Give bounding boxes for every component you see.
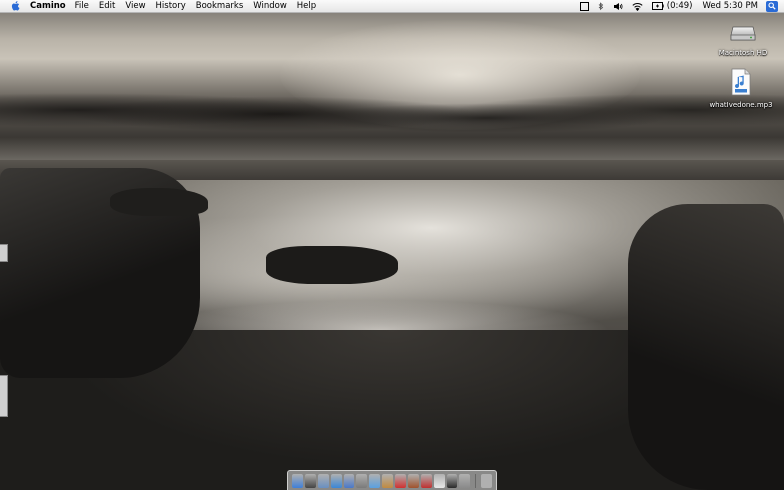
system-preferences-icon[interactable] — [459, 473, 471, 488]
battery-icon[interactable] — [651, 2, 664, 10]
wallpaper-rock-small — [110, 188, 208, 216]
safari-icon[interactable] — [330, 473, 342, 488]
menu-view[interactable]: View — [125, 1, 145, 11]
spotlight-icon[interactable] — [766, 0, 778, 12]
hard-drive-icon — [730, 18, 756, 48]
menu-help[interactable]: Help — [297, 1, 316, 11]
wallpaper-clouds — [0, 78, 784, 158]
menu-history[interactable]: History — [156, 1, 186, 11]
menu-window[interactable]: Window — [253, 1, 287, 11]
apple-menu-icon[interactable] — [10, 1, 20, 11]
desktop-icon-macintosh-hd[interactable]: Macintosh HD — [708, 18, 778, 57]
camino-icon[interactable] — [343, 473, 355, 488]
menu-app-name[interactable]: Camino — [30, 1, 66, 11]
battery-time: (0:49) — [666, 1, 693, 11]
desktop-wallpaper — [0, 0, 784, 490]
menu-edit[interactable]: Edit — [99, 1, 115, 11]
desktop-icon-label: whatIvedone.mp3 — [709, 101, 773, 109]
volume-icon[interactable] — [613, 2, 623, 11]
ichat-icon[interactable] — [356, 473, 368, 488]
mp3-file-icon — [730, 68, 752, 100]
desktop-icon-mp3-file[interactable]: whatIvedone.mp3 — [706, 68, 776, 109]
menu-bar: Camino File Edit View History Bookmarks … — [0, 0, 784, 13]
menubar-clock[interactable]: Wed 5:30 PM — [703, 1, 758, 11]
address-book-icon[interactable] — [407, 473, 419, 488]
wifi-icon[interactable] — [632, 2, 643, 11]
textedit-icon[interactable] — [433, 473, 445, 488]
trash-icon[interactable] — [481, 473, 493, 488]
display-mirror-icon[interactable] — [579, 1, 589, 11]
itunes-icon[interactable] — [369, 473, 381, 488]
iphoto-icon[interactable] — [382, 473, 393, 488]
ical-icon[interactable] — [395, 473, 406, 488]
menu-extras: (0:49) Wed 5:30 PM — [571, 0, 784, 12]
dock — [287, 470, 497, 490]
left-edge-drawer-handle[interactable] — [0, 244, 8, 262]
bluetooth-icon[interactable] — [598, 1, 604, 11]
mail-icon[interactable] — [317, 473, 329, 488]
left-edge-scroll-handle[interactable] — [0, 375, 8, 417]
desktop-icon-label: Macintosh HD — [718, 49, 768, 57]
menu-bookmarks[interactable]: Bookmarks — [196, 1, 244, 11]
menu-file[interactable]: File — [75, 1, 89, 11]
wallpaper-rock-center — [266, 246, 398, 284]
dock-separator — [475, 473, 477, 488]
terminal-icon[interactable] — [446, 473, 458, 488]
wallpaper-rock-right — [628, 204, 784, 490]
finder-icon[interactable] — [292, 473, 303, 488]
preview-icon[interactable] — [420, 473, 432, 488]
dashboard-icon[interactable] — [304, 473, 316, 488]
